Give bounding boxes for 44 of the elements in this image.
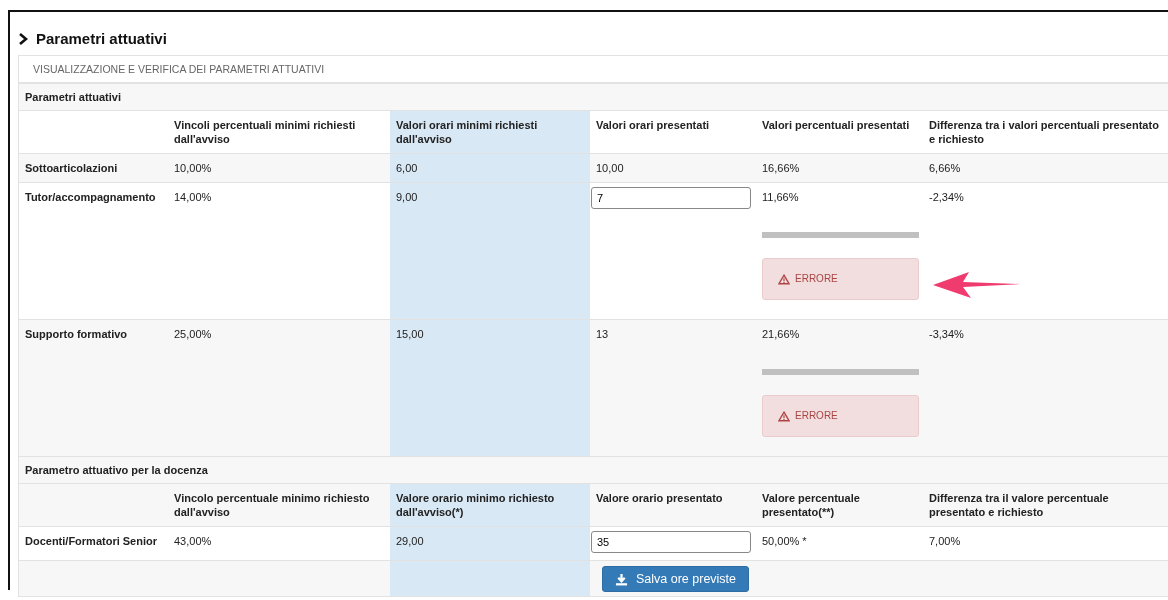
group-title: Parametri attuativi (19, 83, 1168, 111)
table-cell-text: 13 (596, 327, 610, 341)
table-cell-text: 10,00 (596, 161, 625, 175)
row-label: Sottoarticolazioni (19, 153, 168, 183)
table-cell-text: -2,34% (929, 190, 965, 204)
group-title: Parametro attuativo per la docenza (19, 456, 1168, 484)
warning-icon (778, 273, 790, 285)
column-header: Differenza tra i valori percentuali presentato e richiesto (923, 110, 1168, 154)
table-cell-text: 50,00% * (762, 534, 808, 548)
section-title: Parametri attuativi (36, 30, 167, 47)
table-cell-text: 10,00% (174, 161, 213, 175)
column-header: Valore orario minimo richiesto dall'avviso(*) (390, 483, 590, 527)
row-label: Supporto formativo (19, 319, 168, 457)
table-cell-text: 21,66% (762, 327, 801, 341)
table-cell-text: 6,66% (929, 161, 962, 175)
table-cell-text: 29,00 (396, 534, 425, 548)
table-cell-text: -3,34% (929, 327, 965, 341)
column-header: Valori percentuali presentati (756, 110, 923, 154)
table-cell-text: 25,00% (174, 327, 213, 341)
column-header: Vincoli percentuali minimi richiesti dall'avviso (168, 110, 390, 154)
table-cell-text: 7,00% (929, 534, 962, 548)
alert-text: ERRORE (795, 272, 838, 286)
save-button[interactable]: Salva ore previste (602, 566, 750, 592)
table-cell-text: 15,00 (396, 327, 425, 341)
column-header: Valore percentuale presentato(**) (756, 483, 923, 527)
input-field[interactable]: 35 (591, 531, 751, 553)
column-header: Differenza tra il valore percentuale presentato e richiesto (923, 483, 1168, 527)
alert-text: ERRORE (795, 409, 838, 423)
warning-icon (778, 410, 790, 422)
column-header: Vincolo percentuale minimo richiesto dall'avviso (168, 483, 390, 527)
table-cell-text: 9,00 (396, 190, 419, 204)
download-icon (615, 572, 628, 586)
row-label: Tutor/accompagnamento (19, 182, 168, 320)
table-cell-text: 16,66% (762, 161, 801, 175)
chevron-icon (18, 32, 28, 45)
column-header: Valori orari minimi richiesti dall'avviso (390, 110, 590, 154)
column-header: Valore orario presentato (590, 483, 756, 527)
table-cell-text: 6,00 (396, 161, 419, 175)
column-header: Valori orari presentati (590, 110, 756, 154)
input-field[interactable]: 7 (591, 187, 751, 209)
table-cell-text: 14,00% (174, 190, 213, 204)
table-cell-text: 11,66% (762, 190, 800, 204)
table-cell-text: 43,00% (174, 534, 213, 548)
row-label: Docenti/Formatori Senior (19, 526, 168, 561)
